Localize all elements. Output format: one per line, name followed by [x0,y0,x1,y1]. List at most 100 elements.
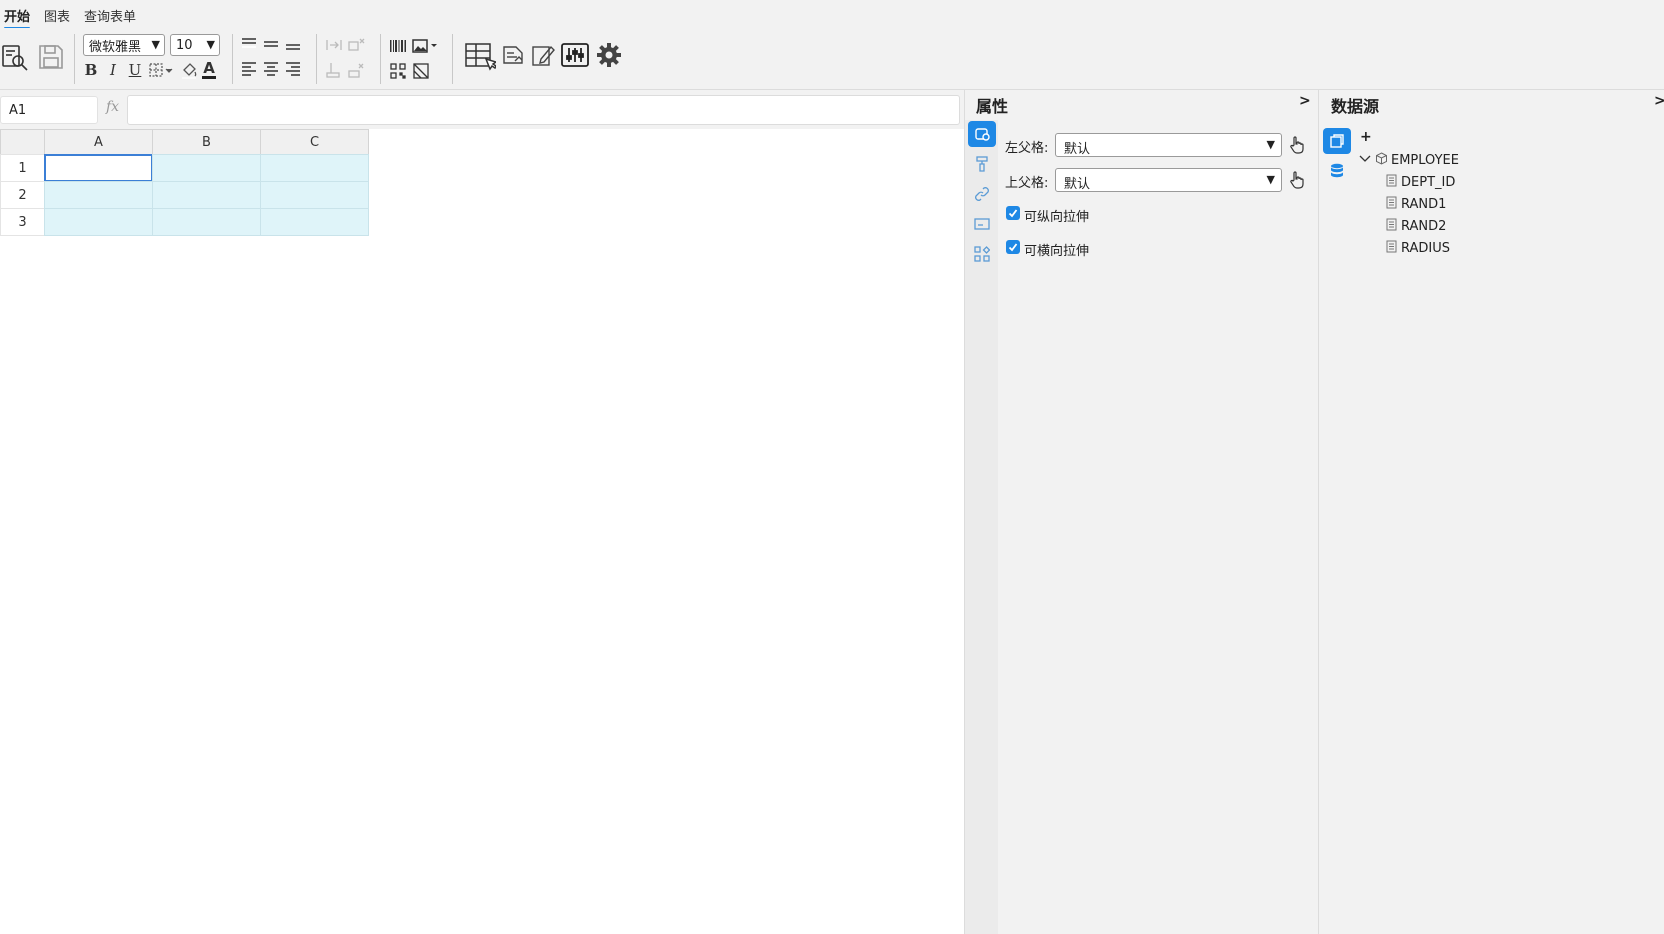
dataset-icon[interactable] [1323,128,1351,154]
pick-cell-hand-icon[interactable] [1286,132,1308,158]
cell-settings-icon[interactable] [968,121,996,147]
top-parent-label: 上父格: [1005,176,1049,191]
top-parent-select[interactable]: 默认 ▼ [1055,168,1282,192]
sheet-grid[interactable]: A B C 1 2 3 [0,129,964,934]
add-dataset-button[interactable]: + [1360,129,1372,145]
column-header[interactable]: B [152,129,261,155]
vertical-stretch-checkbox[interactable] [1006,206,1020,220]
column-header[interactable]: A [44,129,153,155]
formula-input[interactable] [127,95,960,125]
barcode-icon[interactable] [389,38,407,54]
border-icon[interactable] [149,61,175,79]
field-item[interactable]: DEPT_ID [1386,172,1455,192]
chevron-down-icon[interactable] [1359,153,1373,168]
dataset-name: EMPLOYEE [1391,152,1459,168]
chevron-down-icon: ▼ [1266,173,1275,186]
cube-icon [1375,151,1391,169]
row-header[interactable]: 1 [0,154,45,182]
field-item[interactable]: RADIUS [1386,238,1450,258]
field-icon [1386,240,1401,257]
row-header[interactable]: 2 [0,181,45,209]
left-parent-select[interactable]: 默认 ▼ [1055,133,1282,157]
settings-gear-icon[interactable] [595,41,623,69]
properties-title: 属性 [976,97,1009,116]
font-color-button[interactable]: A [200,59,218,81]
properties-panel: 属性 > 左父格: 默认 ▼ 上父格: 默认 ▼ 可纵向拉伸 可横向拉伸 [964,90,1318,934]
top-parent-value: 默认 [1064,177,1091,192]
column-header[interactable]: C [260,129,369,155]
vertical-stretch-label: 可纵向拉伸 [1024,210,1090,225]
align-middle-icon[interactable] [263,36,279,52]
image-icon[interactable] [412,38,440,54]
field-item[interactable]: RAND2 [1386,216,1446,236]
chevron-down-icon: ▼ [1266,138,1275,151]
fx-icon: fx [106,99,120,115]
save-icon[interactable] [36,42,66,72]
toolbar-separator [316,34,317,84]
cell-a3[interactable] [44,208,153,236]
cell-b3[interactable] [152,208,261,236]
datasource-title: 数据源 [1331,97,1380,116]
display-icon[interactable] [968,211,996,237]
tab-start[interactable]: 开始 [4,6,31,30]
cell-b1[interactable] [152,154,261,182]
delete-row-icon[interactable] [347,61,365,79]
chevron-down-icon: ▼ [206,38,215,51]
underline-button[interactable]: U [127,60,143,80]
font-family-select[interactable]: 微软雅黑 ▼ [83,34,165,56]
row-header[interactable]: 3 [0,208,45,236]
left-parent-label: 左父格: [1005,141,1049,156]
align-center-icon[interactable] [263,60,279,78]
align-right-icon[interactable] [285,60,301,78]
tab-chart[interactable]: 图表 [44,6,70,25]
font-size-select[interactable]: 10 ▼ [170,34,220,56]
align-top-icon[interactable] [241,36,257,52]
toolbar: 微软雅黑 ▼ 10 ▼ B I U A [0,28,1664,90]
insert-row-icon[interactable] [325,61,343,79]
font-family-value: 微软雅黑 [89,39,142,55]
preview-icon[interactable] [0,42,30,72]
cell-properties-icon[interactable] [464,40,496,72]
horizontal-stretch-checkbox[interactable] [1006,240,1020,254]
cell-a1[interactable] [44,154,153,182]
cell-a2[interactable] [44,181,153,209]
cell-c1[interactable] [260,154,369,182]
field-icon [1386,196,1401,213]
cell-c2[interactable] [260,181,369,209]
align-bottom-icon[interactable] [285,36,301,52]
grid-corner[interactable] [0,129,45,155]
qrcode-icon[interactable] [389,62,407,80]
italic-button[interactable]: I [105,60,121,80]
properties-collapse-button[interactable]: > [1299,93,1311,109]
menu-bar: 开始 图表 查询表单 [0,0,1664,30]
split-cells-icon[interactable] [347,37,365,53]
field-icon [1386,218,1401,235]
bold-button[interactable]: B [83,60,99,80]
hyperlink-icon[interactable] [968,181,996,207]
left-parent-value: 默认 [1064,142,1091,157]
fill-color-icon[interactable] [180,61,198,79]
font-color-letter: A [203,59,215,77]
style-brush-icon[interactable] [968,151,996,177]
datasource-collapse-button[interactable]: > [1654,93,1664,109]
properties-sidebar [965,120,998,934]
widgets-icon[interactable] [968,241,996,267]
slash-cell-icon[interactable] [412,62,430,80]
datasource-panel: 数据源 > + EMPLOYEE DEPT_ID RAND1 RAND2 RAD… [1318,90,1664,934]
query-form-icon[interactable] [500,42,526,68]
font-color-swatch [202,76,216,79]
dataset-tree-node[interactable]: EMPLOYEE [1359,150,1459,170]
database-icon[interactable] [1323,158,1351,184]
cell-reference-field[interactable]: A1 [0,96,98,124]
cell-c3[interactable] [260,208,369,236]
cell-b2[interactable] [152,181,261,209]
align-left-icon[interactable] [241,60,257,78]
pick-cell-hand-icon[interactable] [1286,167,1308,193]
parameters-icon[interactable] [560,41,590,69]
edit-icon[interactable] [530,42,556,68]
field-label: DEPT_ID [1401,174,1456,190]
merge-cells-icon[interactable] [325,37,343,53]
tab-query-form[interactable]: 查询表单 [84,6,136,25]
field-item[interactable]: RAND1 [1386,194,1446,214]
field-label: RAND1 [1401,196,1447,212]
